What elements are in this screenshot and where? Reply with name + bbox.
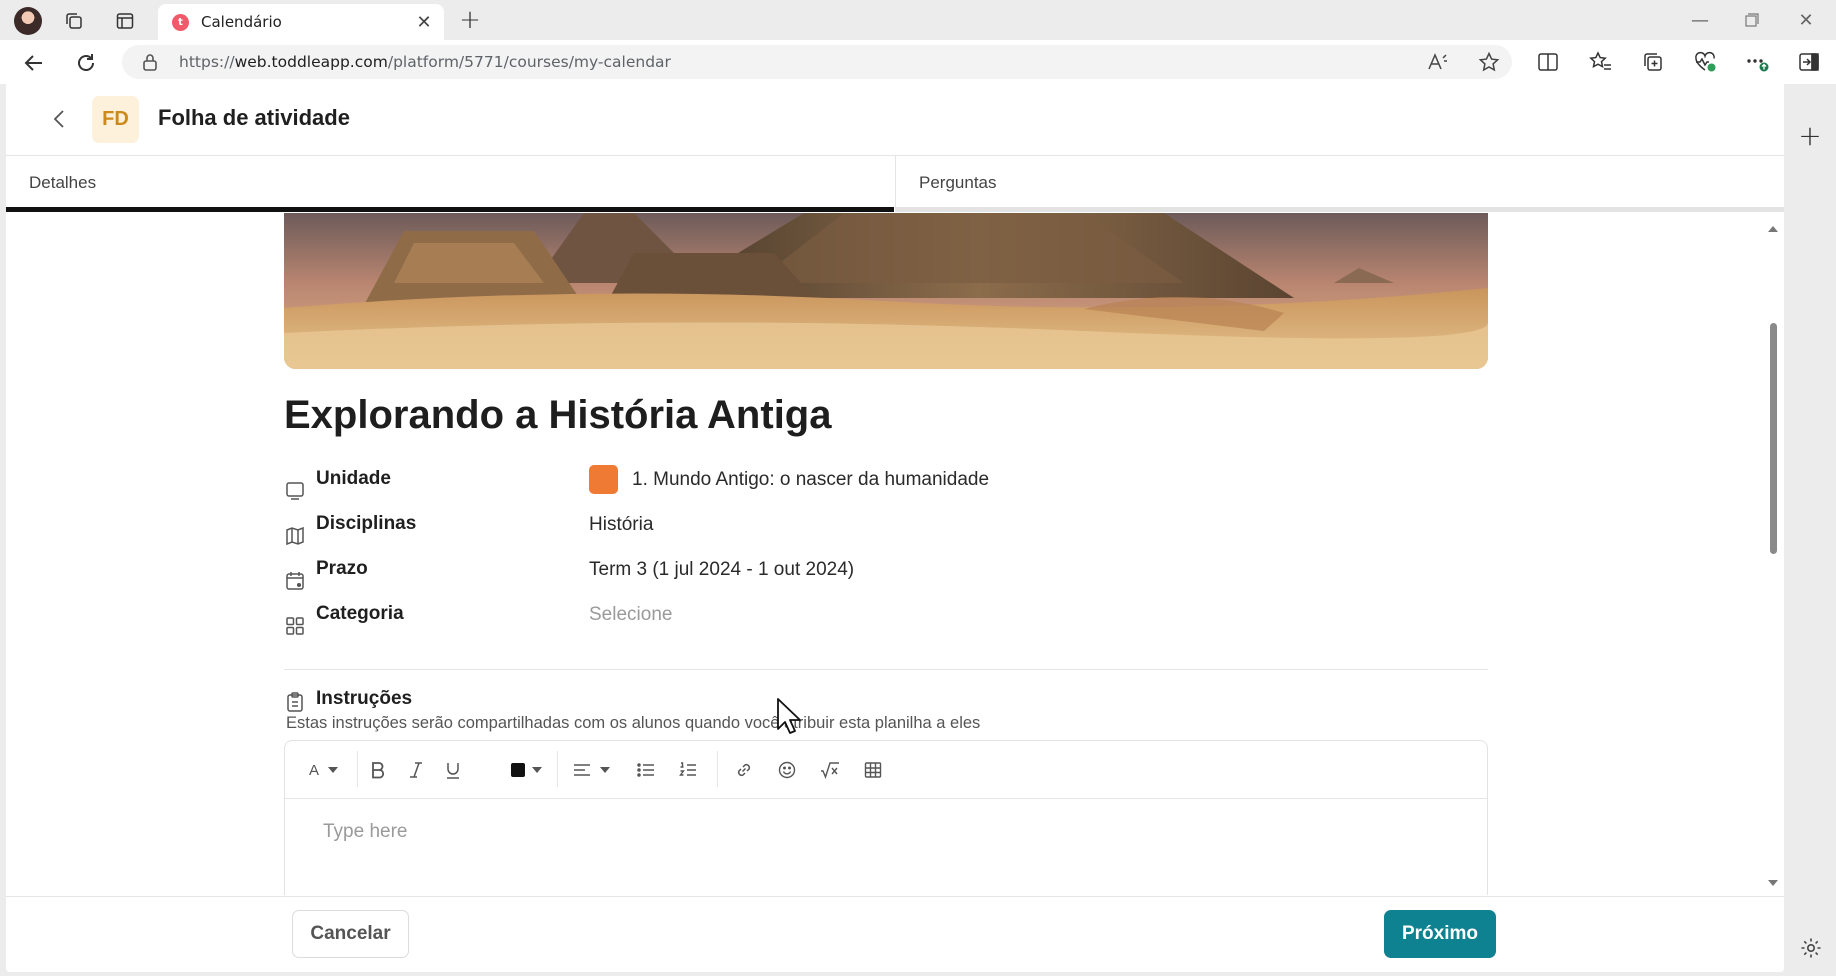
instructions-label: Instruções (316, 688, 413, 709)
add-sidebar-app-icon[interactable]: + (1797, 119, 1823, 152)
split-screen-icon[interactable] (1533, 47, 1563, 77)
editor-placeholder[interactable]: Type here (323, 821, 408, 843)
browser-tab-bar: t Calendário ✕ + — ✕ (0, 0, 1836, 40)
category-select[interactable]: Selecione (589, 604, 672, 626)
unit-value[interactable]: 1. Mundo Antigo: o nascer da humanidade (632, 469, 989, 491)
category-label: Categoria (316, 603, 404, 624)
align-left-icon[interactable] (571, 757, 593, 783)
new-tab-button[interactable]: + (456, 5, 484, 35)
scrollbar-thumb[interactable] (1770, 323, 1777, 554)
tab-perguntas[interactable]: Perguntas (895, 156, 1784, 212)
subjects-value[interactable]: História (589, 514, 653, 536)
sidebar-toggle-icon[interactable] (1794, 47, 1824, 77)
mouse-pointer-icon (776, 697, 802, 737)
browser-health-icon[interactable] (1690, 47, 1720, 77)
more-options-icon[interactable] (1742, 47, 1772, 77)
browser-tab-calendario[interactable]: t Calendário ✕ (158, 4, 444, 40)
tab-perguntas-label: Perguntas (919, 173, 997, 192)
lock-icon[interactable] (142, 53, 158, 71)
book-icon (284, 480, 306, 502)
favorites-icon[interactable] (1586, 47, 1616, 77)
workspaces-icon[interactable] (61, 8, 87, 34)
modal-footer: Cancelar Próximo (6, 896, 1784, 972)
profile-avatar[interactable] (14, 7, 42, 35)
equation-icon[interactable] (817, 757, 843, 783)
favorite-star-icon[interactable] (1476, 50, 1502, 74)
chevron-down-icon[interactable] (597, 757, 613, 783)
url-text: https://web.toddleapp.com/platform/5771/… (179, 53, 671, 71)
toolbar-separator (357, 751, 358, 787)
numbered-list-icon[interactable] (675, 757, 701, 783)
next-button[interactable]: Próximo (1384, 910, 1496, 958)
sidebar-settings-gear-icon[interactable] (1799, 936, 1823, 960)
scroll-up-arrow-icon[interactable] (1766, 218, 1780, 232)
close-window-button[interactable]: ✕ (1786, 6, 1826, 34)
chevron-down-icon[interactable] (529, 757, 545, 783)
toddle-favicon-icon: t (172, 14, 189, 31)
bullet-list-icon[interactable] (633, 757, 659, 783)
subjects-label: Disciplinas (316, 513, 417, 534)
instructions-editor: A Type here (284, 740, 1488, 895)
scroll-down-arrow-icon[interactable] (1766, 874, 1780, 886)
section-divider (284, 669, 1488, 670)
italic-icon[interactable] (403, 757, 429, 783)
clipboard-icon (284, 691, 306, 713)
books-icon (284, 525, 306, 547)
term-value[interactable]: Term 3 (1 jul 2024 - 1 out 2024) (589, 559, 854, 581)
activity-title[interactable]: Explorando a História Antiga (284, 393, 831, 438)
emoji-icon[interactable] (774, 757, 800, 783)
cancel-button[interactable]: Cancelar (292, 910, 409, 958)
tab-detalhes[interactable]: Detalhes (6, 156, 894, 212)
refresh-icon[interactable] (72, 49, 100, 77)
tab-detalhes-label: Detalhes (29, 173, 97, 192)
activity-sheet-modal: FD Folha de atividade Detalhes Perguntas (6, 84, 1784, 972)
toolbar-separator (557, 751, 558, 787)
minimize-button[interactable]: — (1680, 6, 1720, 34)
close-tab-icon[interactable]: ✕ (414, 10, 434, 34)
cover-image[interactable] (284, 213, 1488, 369)
instructions-hint: Estas instruções serão compartilhadas co… (286, 714, 981, 732)
modal-header: FD Folha de atividade (6, 84, 1784, 156)
calendar-icon (284, 570, 306, 592)
link-icon[interactable] (731, 757, 757, 783)
browser-nav-bar: https://web.toddleapp.com/platform/5771/… (0, 40, 1836, 84)
modal-tabs: Detalhes Perguntas (6, 156, 1784, 212)
toolbar-separator (717, 751, 718, 787)
chevron-down-icon[interactable] (325, 757, 341, 783)
grid-icon (284, 615, 306, 637)
bold-icon[interactable] (365, 757, 391, 783)
read-aloud-icon[interactable] (1425, 50, 1451, 74)
back-arrow-icon[interactable] (20, 49, 48, 77)
collections-icon[interactable] (1638, 47, 1668, 77)
underline-icon[interactable] (440, 757, 466, 783)
address-bar[interactable]: https://web.toddleapp.com/platform/5771/… (122, 45, 1512, 79)
font-size-icon[interactable]: A (305, 757, 323, 783)
browser-tab-title: Calendário (201, 13, 282, 31)
activity-type-badge: FD (92, 96, 139, 143)
details-scroll-area[interactable]: Explorando a História Antiga Unidade 1. … (6, 213, 1784, 895)
table-icon[interactable] (860, 757, 886, 783)
unit-label: Unidade (316, 468, 391, 489)
text-color-icon[interactable] (510, 757, 526, 783)
restore-button[interactable] (1732, 6, 1772, 34)
browser-side-panel: + (1784, 84, 1836, 976)
term-label: Prazo (316, 558, 368, 579)
editor-toolbar: A (285, 741, 1487, 799)
unit-color-chip (589, 465, 618, 494)
chevron-left-icon[interactable] (46, 106, 72, 132)
vertical-tabs-icon[interactable] (112, 8, 138, 34)
modal-title: Folha de atividade (158, 105, 350, 130)
